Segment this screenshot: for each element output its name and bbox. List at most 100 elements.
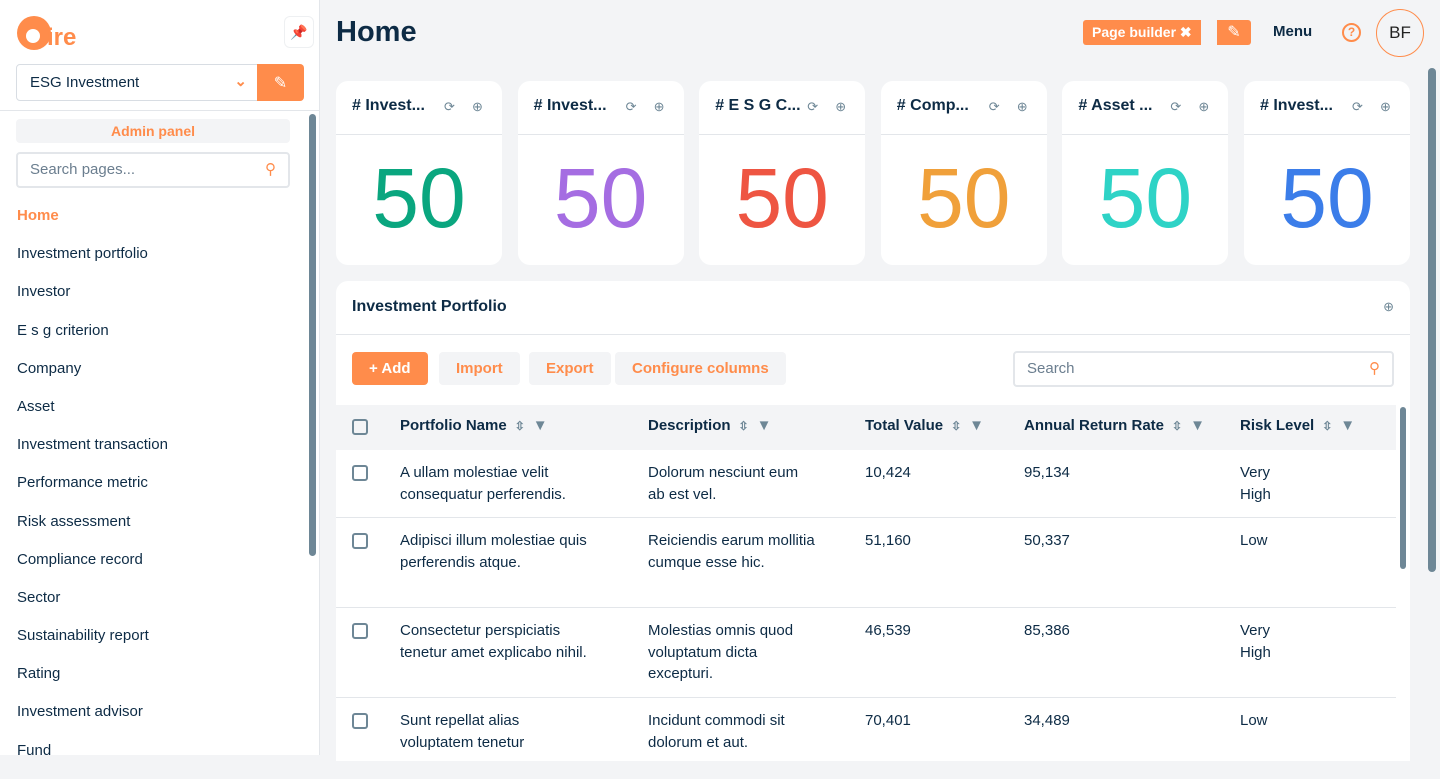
filter-icon[interactable]: ▼ <box>757 417 772 434</box>
row-checkbox[interactable] <box>352 713 368 729</box>
column-label: Portfolio Name <box>400 417 507 434</box>
zoom-icon[interactable]: ⊕ <box>1383 299 1394 315</box>
filter-icon[interactable]: ▼ <box>1190 417 1205 434</box>
filter-icon[interactable]: ▼ <box>1340 417 1355 434</box>
sidebar-item[interactable]: E s g criterion <box>17 321 168 359</box>
refresh-icon[interactable]: ⟳ <box>807 99 818 115</box>
search-icon: ⚲ <box>265 161 276 178</box>
help-icon[interactable]: ? <box>1342 23 1361 42</box>
row-checkbox[interactable] <box>352 623 368 639</box>
page-builder-button[interactable]: Page builder ✖ <box>1083 20 1201 45</box>
table-row[interactable]: Consectetur perspiciatis tenetur amet ex… <box>336 608 1396 698</box>
table-row[interactable]: Adipisci illum molestiae quis perferendi… <box>336 518 1396 608</box>
column-header[interactable]: Total Value ⇳ ▼ <box>865 417 984 434</box>
page-builder-label: Page builder <box>1092 24 1177 40</box>
column-header[interactable]: Annual Return Rate ⇳ ▼ <box>1024 417 1205 434</box>
sidebar-item[interactable]: Investment portfolio <box>17 244 168 282</box>
card-value: 50 <box>553 151 648 245</box>
stat-card: # Invest... ⟳ ⊕ 50 <box>1244 81 1410 265</box>
sidebar-nav: Home Investment portfolio Investor E s g cr… <box>17 206 168 779</box>
sidebar-item[interactable]: Home <box>17 206 168 244</box>
table-cell: 70,401 <box>865 712 911 729</box>
column-header[interactable]: Description ⇳ ▼ <box>648 417 771 434</box>
table-cell: Adipisci illum molestiae quis perferendi… <box>400 532 587 571</box>
export-button[interactable]: Export <box>529 352 611 385</box>
table-cell: 95,134 <box>1024 464 1070 481</box>
table-search-input[interactable]: Search ⚲ <box>1013 351 1394 387</box>
stat-card: # E S G C... ⟳ ⊕ 50 <box>699 81 866 265</box>
sort-icon[interactable]: ⇳ <box>1322 419 1332 433</box>
search-placeholder: Search pages... <box>30 161 136 178</box>
table-cell: Dolorum nesciunt eum ab est vel. <box>648 464 799 503</box>
refresh-icon[interactable]: ⟳ <box>1170 99 1181 115</box>
sidebar-item[interactable]: Performance metric <box>17 473 168 511</box>
sidebar-scrollbar[interactable] <box>309 114 316 556</box>
panel-title: Investment Portfolio <box>336 281 1410 335</box>
sidebar-item[interactable]: Sustainability report <box>17 626 168 664</box>
sidebar-item[interactable]: Sector <box>17 588 168 626</box>
table-row[interactable]: A ullam molestiae velit consequatur perf… <box>336 450 1396 518</box>
zoom-icon[interactable]: ⊕ <box>1198 99 1209 115</box>
zoom-icon[interactable]: ⊕ <box>1017 99 1028 115</box>
import-button[interactable]: Import <box>439 352 520 385</box>
select-all-checkbox[interactable] <box>352 419 368 435</box>
pin-sidebar-button[interactable]: 📌 <box>284 16 314 48</box>
stat-card: # Asset ... ⟳ ⊕ 50 <box>1062 81 1229 265</box>
svg-text:ire: ire <box>47 24 76 51</box>
sidebar-item[interactable]: Risk assessment <box>17 512 168 550</box>
stat-card: # Invest... ⟳ ⊕ 50 <box>517 81 684 265</box>
zoom-icon[interactable]: ⊕ <box>654 99 665 115</box>
edit-app-button[interactable]: ✎ <box>257 64 304 101</box>
divider <box>0 110 320 111</box>
stat-card: # Comp... ⟳ ⊕ 50 <box>880 81 1047 265</box>
sidebar-item[interactable]: Rating <box>17 664 168 702</box>
refresh-icon[interactable]: ⟳ <box>1352 99 1363 115</box>
configure-columns-button[interactable]: Configure columns <box>615 352 786 385</box>
card-value: 50 <box>1098 151 1193 245</box>
row-checkbox[interactable] <box>352 465 368 481</box>
zoom-icon[interactable]: ⊕ <box>1380 99 1391 115</box>
sort-icon[interactable]: ⇳ <box>739 419 749 433</box>
refresh-icon[interactable]: ⟳ <box>626 99 637 115</box>
column-header[interactable]: Portfolio Name ⇳ ▼ <box>400 417 548 434</box>
sort-icon[interactable]: ⇳ <box>1172 419 1182 433</box>
table-cell: Low <box>1240 712 1268 729</box>
sidebar-item[interactable]: Fund <box>17 741 168 779</box>
search-icon: ⚲ <box>1369 360 1380 377</box>
sort-icon[interactable]: ⇳ <box>951 419 961 433</box>
sidebar-item[interactable]: Investment advisor <box>17 702 168 740</box>
column-label: Risk Level <box>1240 417 1315 434</box>
table-cell: 50,337 <box>1024 532 1070 549</box>
sidebar-item[interactable]: Company <box>17 359 168 397</box>
table-cell: 34,489 <box>1024 712 1070 729</box>
sidebar-item[interactable]: Asset <box>17 397 168 435</box>
sort-icon[interactable]: ⇳ <box>515 419 525 433</box>
card-value: 50 <box>917 151 1011 245</box>
main-scrollbar[interactable] <box>1428 68 1436 572</box>
sidebar-item[interactable]: Compliance record <box>17 550 168 588</box>
admin-panel-button[interactable]: Admin panel <box>16 119 290 143</box>
menu-button[interactable]: Menu <box>1273 23 1312 40</box>
table-row[interactable]: Sunt repellat alias voluptatem tenetur In… <box>336 698 1396 761</box>
app-select[interactable]: ESG Investment ⌄ <box>16 64 258 101</box>
stat-card: # Invest... ⟳ ⊕ 50 <box>336 81 502 265</box>
sidebar-item[interactable]: Investor <box>17 282 168 320</box>
filter-icon[interactable]: ▼ <box>533 417 548 434</box>
zoom-icon[interactable]: ⊕ <box>835 99 846 115</box>
column-header[interactable]: Risk Level ⇳ ▼ <box>1240 417 1355 434</box>
avatar[interactable]: BF <box>1376 9 1424 57</box>
filter-icon[interactable]: ▼ <box>969 417 984 434</box>
sidebar-item[interactable]: Investment transaction <box>17 435 168 473</box>
row-checkbox[interactable] <box>352 533 368 549</box>
search-pages-input[interactable]: Search pages... ⚲ <box>16 152 290 188</box>
refresh-icon[interactable]: ⟳ <box>989 99 1000 115</box>
app-select-value: ESG Investment <box>30 74 140 91</box>
table-cell: 51,160 <box>865 532 911 549</box>
zoom-icon[interactable]: ⊕ <box>472 99 483 115</box>
table-scrollbar[interactable] <box>1400 407 1406 569</box>
page-edit-button[interactable]: ✎ <box>1217 20 1251 45</box>
tools-icon: ✖ <box>1179 24 1192 40</box>
add-button[interactable]: + Add <box>352 352 428 385</box>
refresh-icon[interactable]: ⟳ <box>444 99 455 115</box>
table-cell: A ullam molestiae velit consequatur perf… <box>400 464 566 503</box>
